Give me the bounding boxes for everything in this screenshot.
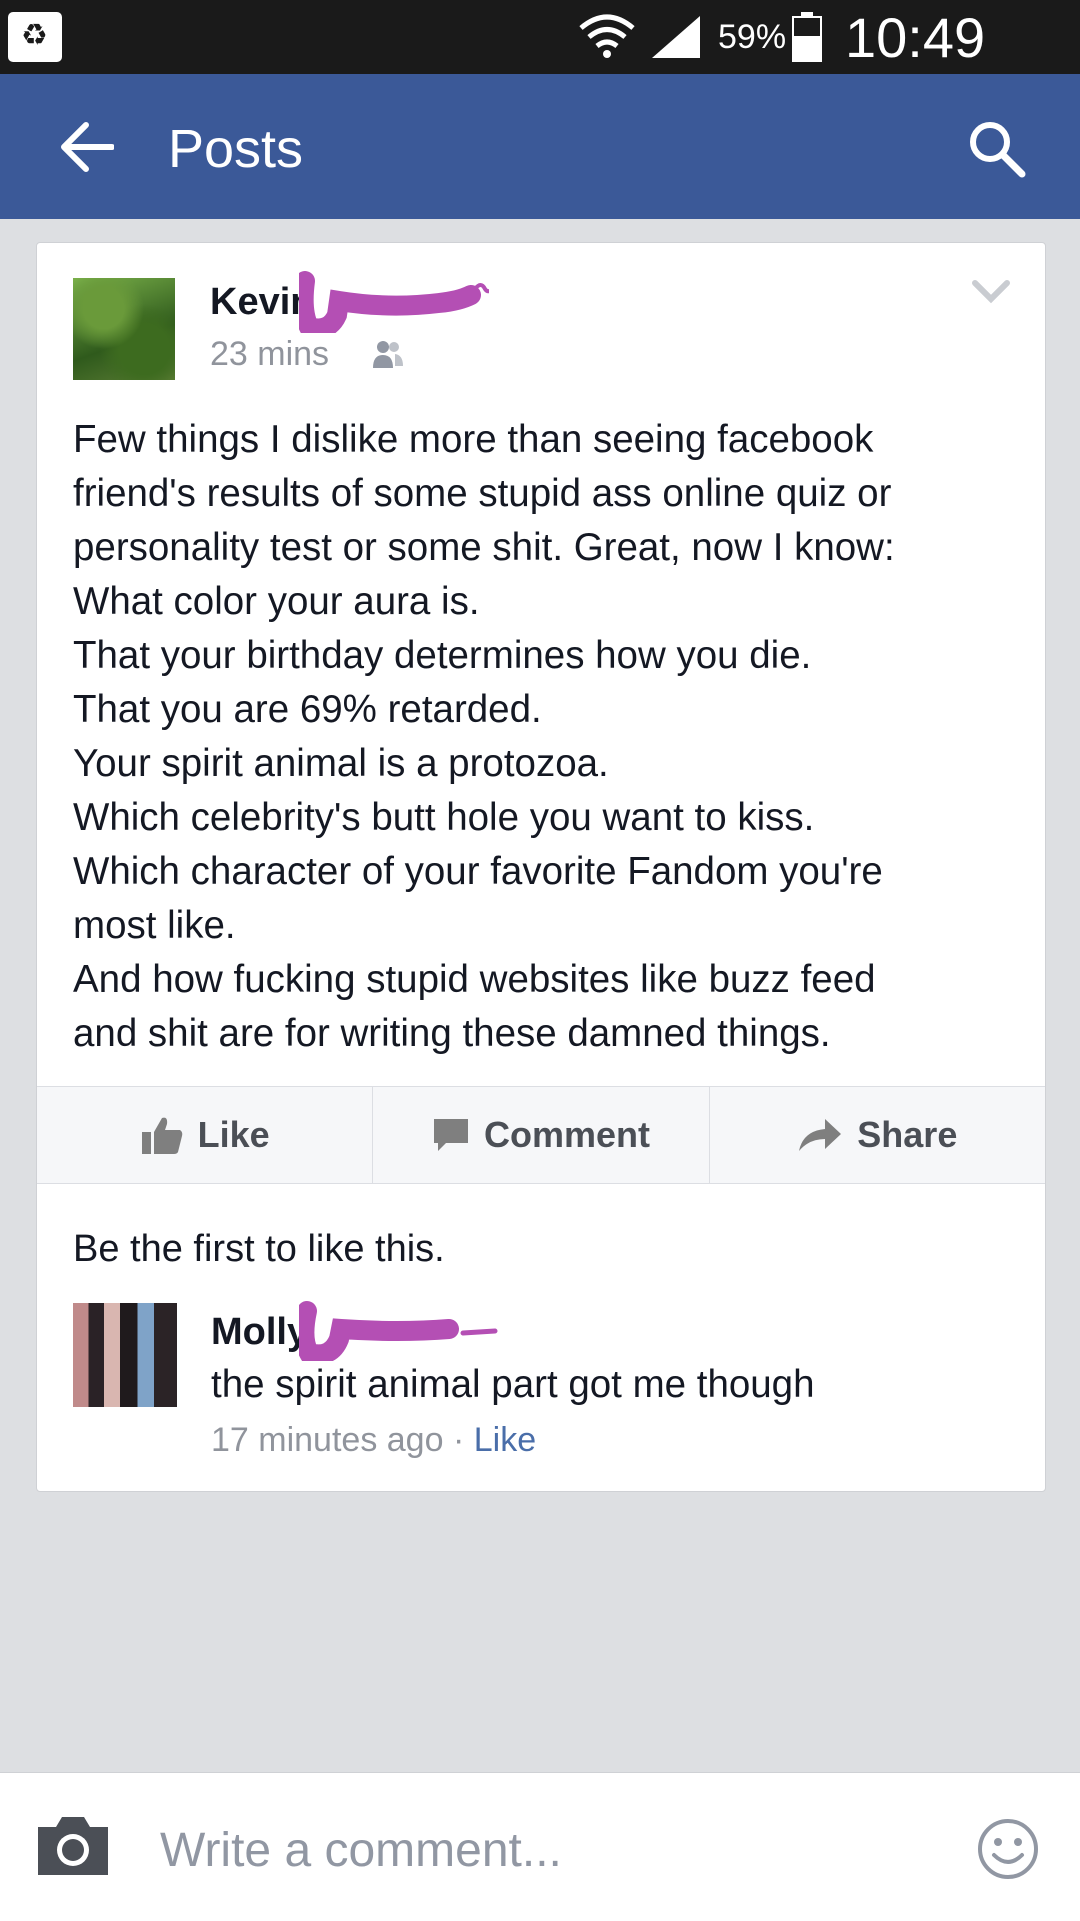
post-line: Which character of your favorite Fandom … <box>73 850 883 893</box>
emoji-smiley-icon[interactable] <box>976 1817 1040 1881</box>
post-line: friend's results of some stupid ass onli… <box>73 472 892 515</box>
post-action-bar: Like Comment Share <box>37 1086 1045 1184</box>
chevron-down-icon[interactable] <box>971 279 1011 305</box>
share-button[interactable]: Share <box>710 1087 1045 1183</box>
redaction-mark <box>299 271 489 333</box>
signal-icon <box>652 16 700 58</box>
search-icon[interactable] <box>966 118 1026 178</box>
comment-timestamp: 17 minutes ago <box>211 1421 444 1459</box>
post-line: And how fucking stupid websites like buz… <box>73 958 876 1001</box>
comment-bubble-icon <box>433 1119 468 1151</box>
avatar[interactable] <box>73 278 175 380</box>
redaction-mark <box>299 1301 498 1361</box>
post-line: That your birthday determines how you di… <box>73 634 812 677</box>
back-arrow-icon[interactable] <box>58 121 114 173</box>
post-line: and shit are for writing these damned th… <box>73 1012 831 1055</box>
app-bar: Posts <box>0 74 1080 219</box>
comment-text: the spirit animal part got me though <box>211 1363 815 1406</box>
wifi-icon <box>579 14 635 58</box>
likes-summary: Be the first to like this. <box>73 1228 445 1270</box>
post-body: Few things I dislike more than seeing fa… <box>73 413 1013 1061</box>
friends-audience-icon <box>373 341 403 368</box>
comment-button[interactable]: Comment <box>373 1087 710 1183</box>
post-line: personality test or some shit. Great, no… <box>73 526 895 569</box>
post-line: most like. <box>73 904 236 947</box>
recycle-notification-icon <box>8 12 62 62</box>
share-label: Share <box>857 1114 958 1155</box>
meta-separator: · <box>452 1421 465 1459</box>
comment-composer <box>0 1772 1080 1921</box>
comment-input[interactable] <box>160 1823 920 1878</box>
like-button[interactable]: Like <box>37 1087 374 1183</box>
thumbs-up-icon <box>141 1117 182 1154</box>
post-author-name[interactable]: Kevin <box>210 281 313 324</box>
page-title: Posts <box>168 119 304 179</box>
share-arrow-icon <box>799 1119 842 1151</box>
comment-meta: 17 minutes ago · Like <box>211 1421 536 1460</box>
battery-percent: 59% <box>718 18 787 56</box>
comment-label: Comment <box>483 1114 650 1155</box>
like-label: Like <box>197 1114 270 1155</box>
post-line: Few things I dislike more than seeing fa… <box>73 418 874 461</box>
post-card: Kevin 23 mins Few things I dislike more … <box>36 242 1046 1492</box>
camera-icon[interactable] <box>34 1813 112 1879</box>
post-line: Which celebrity's butt hole you want to … <box>73 796 815 839</box>
comment-author-name[interactable]: Molly <box>211 1311 308 1354</box>
commenter-avatar[interactable] <box>73 1303 177 1407</box>
comment-like-link[interactable]: Like <box>474 1421 536 1459</box>
status-bar: 59% 10:49 PM <box>0 0 1080 134</box>
post-line: That you are 69% retarded. <box>73 688 542 731</box>
post-timestamp[interactable]: 23 mins <box>210 335 329 374</box>
post-line: Your spirit animal is a protozoa. <box>73 742 609 785</box>
battery-icon <box>792 12 822 62</box>
post-line: What color your aura is. <box>73 580 480 623</box>
